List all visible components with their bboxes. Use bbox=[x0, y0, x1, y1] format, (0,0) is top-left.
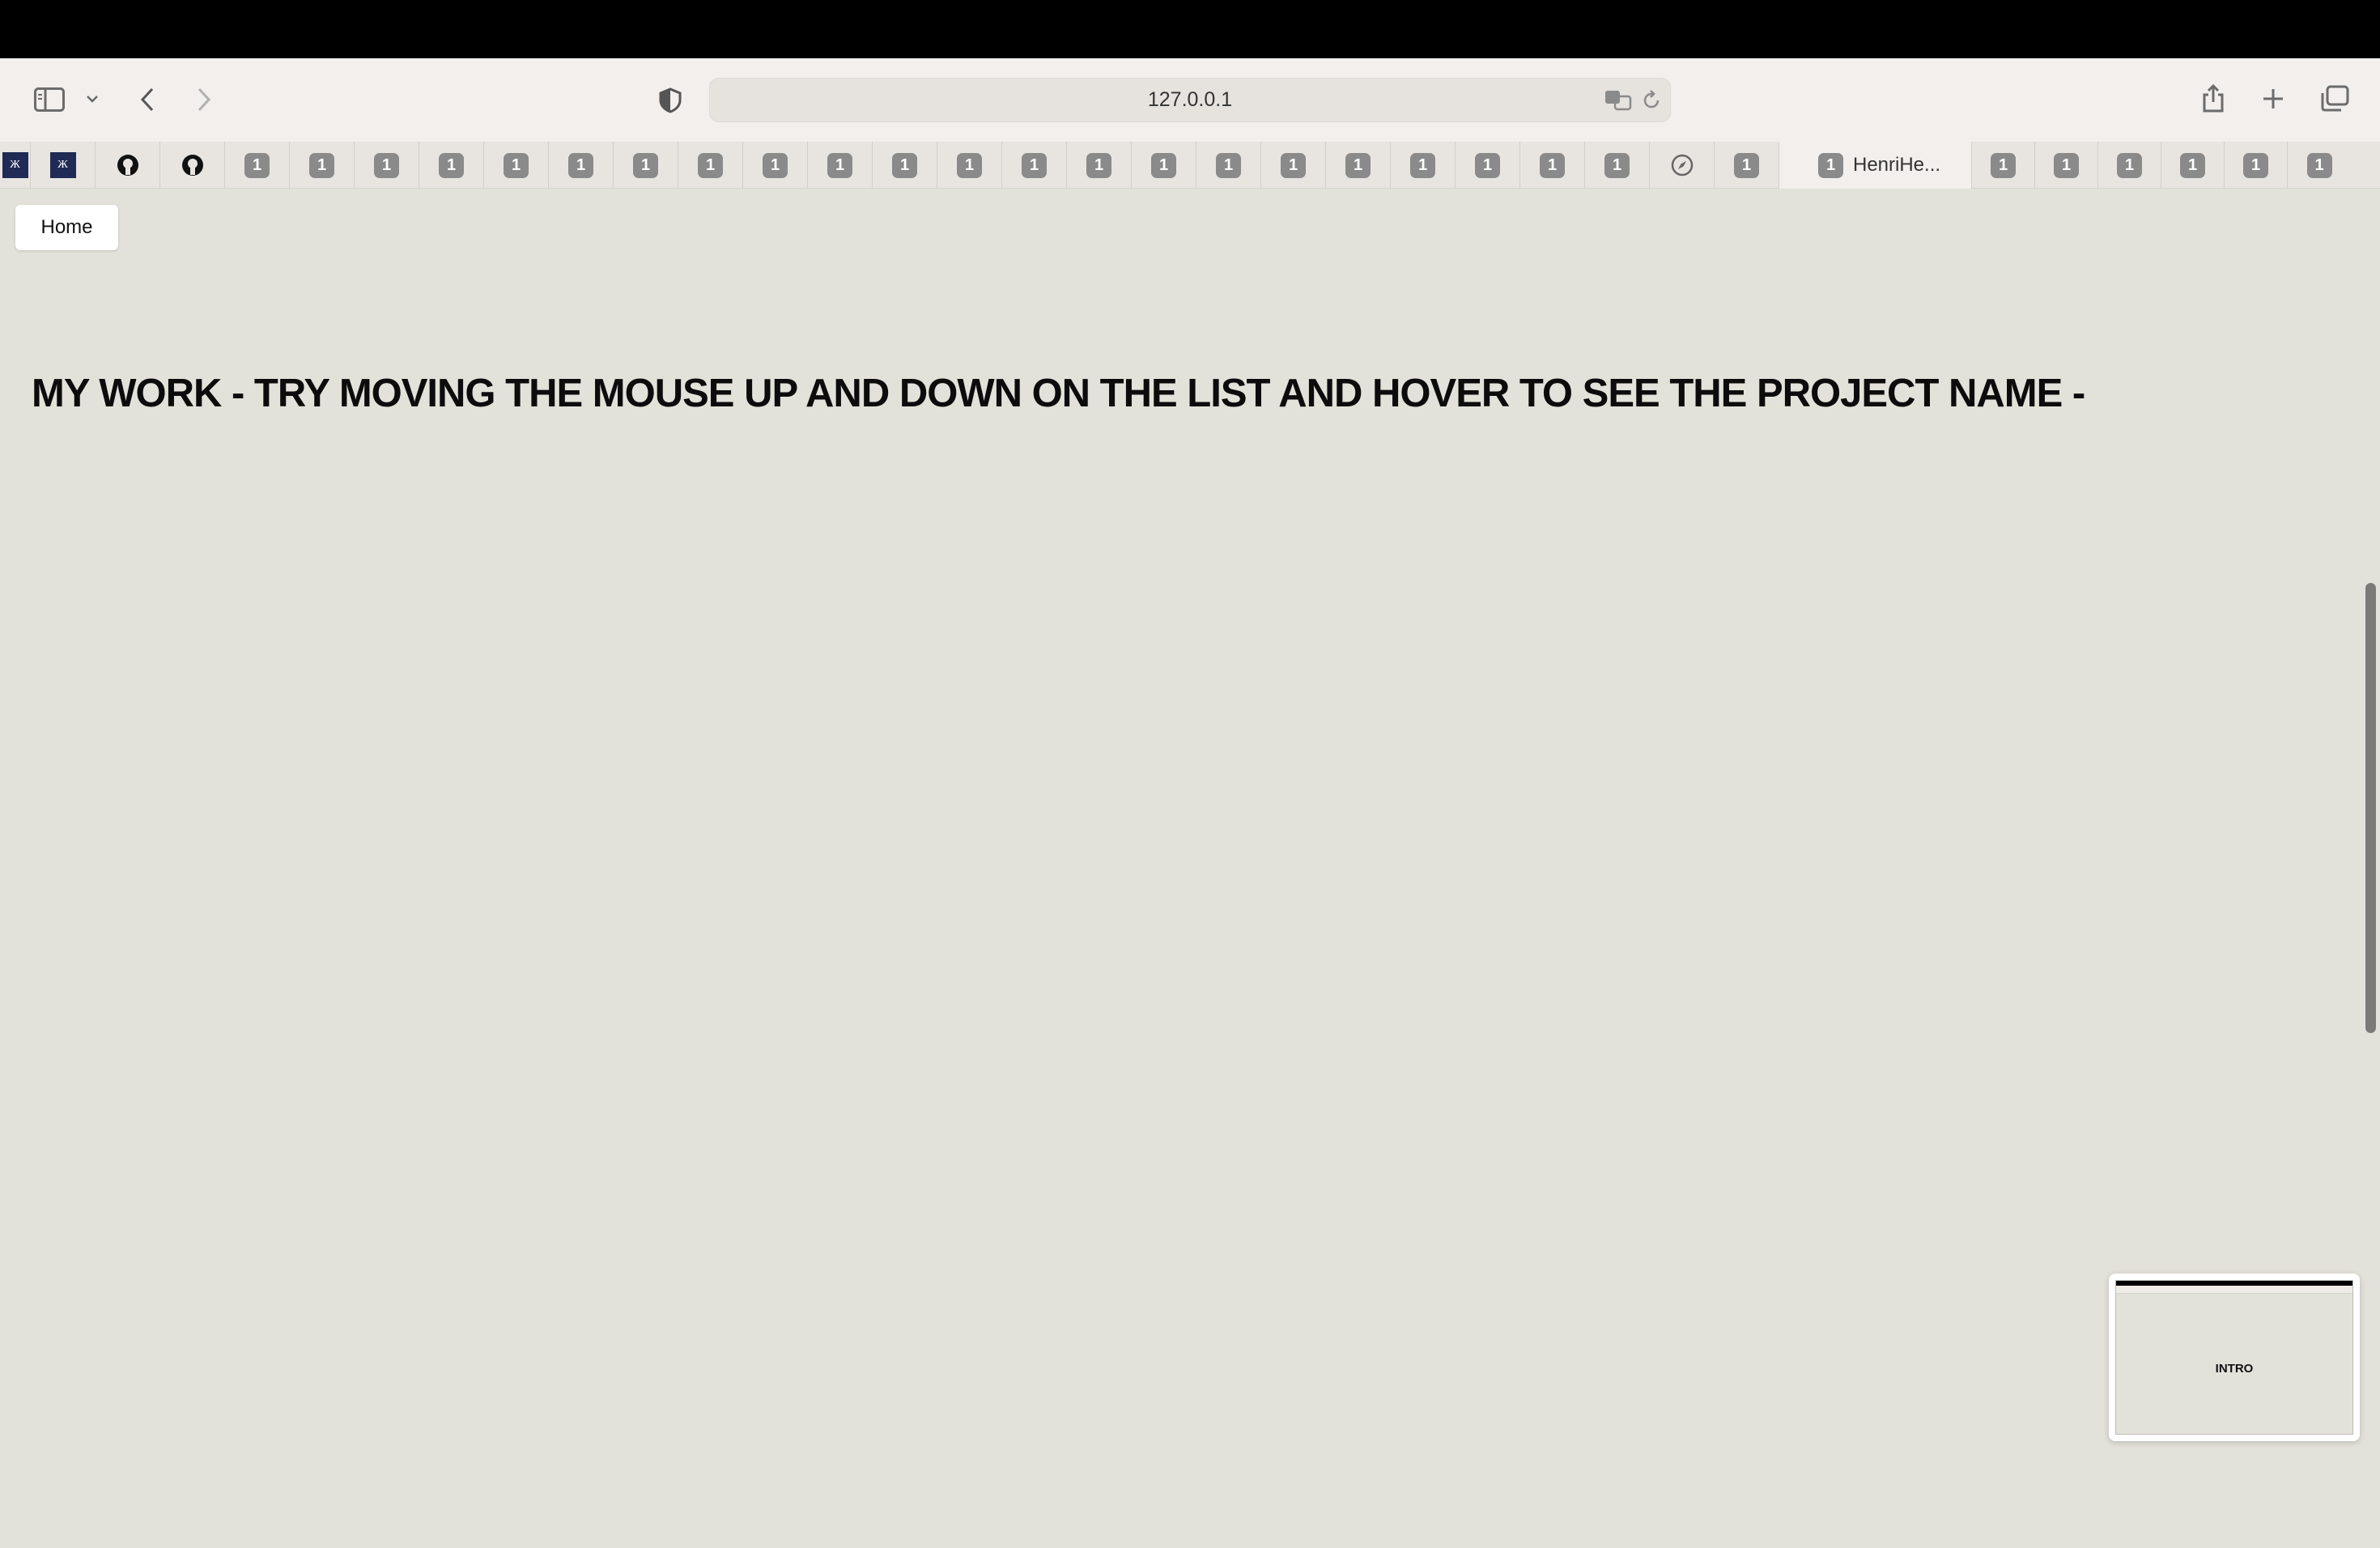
tab-favicon-badge: 1 bbox=[1022, 152, 1047, 178]
preview-screen: INTRO bbox=[2115, 1280, 2353, 1435]
page-headline: MY WORK - TRY MOVING THE MOUSE UP AND DO… bbox=[32, 372, 2085, 415]
tab-favicon-badge: 1 bbox=[1475, 152, 1500, 178]
tab[interactable]: 1 bbox=[1002, 142, 1067, 189]
tab-favicon-badge: 1 bbox=[1151, 152, 1176, 178]
tab[interactable]: 1 bbox=[614, 142, 678, 189]
tab-favicon-badge: 1 bbox=[1604, 152, 1630, 178]
tab-favicon-badge: 1 bbox=[1281, 152, 1306, 178]
site-logo-icon: Ж bbox=[2, 152, 28, 178]
tab-strip: Ж Ж 1 1 1 1 1 1 1 1 1 1 1 1 1 1 1 1 1 1 … bbox=[0, 142, 2380, 189]
tab[interactable]: 1 bbox=[1520, 142, 1585, 189]
browser-toolbar: 127.0.0.1 bbox=[0, 58, 2380, 142]
forward-icon[interactable] bbox=[189, 81, 219, 118]
tab[interactable]: 1 bbox=[808, 142, 873, 189]
tab[interactable]: 1 bbox=[2225, 142, 2288, 189]
tab[interactable]: 1 bbox=[873, 142, 937, 189]
share-icon[interactable] bbox=[2197, 79, 2229, 117]
tab-favicon-badge: 1 bbox=[827, 152, 852, 178]
tab-favicon-badge: 1 bbox=[439, 152, 464, 178]
tab-favicon-badge: 1 bbox=[1216, 152, 1241, 178]
tab[interactable]: 1 bbox=[1261, 142, 1326, 189]
tab-favicon-badge: 1 bbox=[374, 152, 399, 178]
sidebar-toggle-icon[interactable] bbox=[31, 81, 68, 118]
privacy-shield-icon[interactable] bbox=[654, 84, 686, 117]
tab[interactable]: 1 bbox=[1326, 142, 1391, 189]
tab-favicon-badge: 1 bbox=[1734, 152, 1759, 178]
tab-favicon-badge: 1 bbox=[504, 152, 529, 178]
tab-favicon-badge: 1 bbox=[2243, 152, 2268, 178]
translate-icon[interactable] bbox=[1602, 87, 1634, 114]
tab[interactable]: 1 bbox=[355, 142, 419, 189]
site-logo-icon: Ж bbox=[49, 152, 76, 178]
tab-favicon-badge: 1 bbox=[1540, 152, 1565, 178]
tab-favicon-badge: 1 bbox=[633, 152, 658, 178]
tab[interactable]: 1 bbox=[1196, 142, 1261, 189]
tab[interactable]: 1 bbox=[484, 142, 549, 189]
tab[interactable]: 1 bbox=[1715, 142, 1779, 189]
tab-favicon-badge: 1 bbox=[1818, 152, 1843, 178]
tab[interactable]: 1 bbox=[937, 142, 1002, 189]
tab[interactable]: 1 bbox=[419, 142, 484, 189]
tab-favicon-badge: 1 bbox=[2054, 152, 2079, 178]
tab[interactable]: 1 bbox=[1585, 142, 1650, 189]
github-icon bbox=[117, 155, 138, 176]
tab[interactable] bbox=[1650, 142, 1715, 189]
tab-favicon-badge: 1 bbox=[763, 152, 788, 178]
tab-favicon-badge: 1 bbox=[698, 152, 723, 178]
scrollbar-thumb[interactable] bbox=[2365, 583, 2376, 1033]
tab-favicon-badge: 1 bbox=[2306, 152, 2332, 178]
tab[interactable]: 1 bbox=[549, 142, 614, 189]
tab-favicon-badge: 1 bbox=[1410, 152, 1435, 178]
address-bar[interactable]: 127.0.0.1 bbox=[709, 78, 1671, 122]
tab[interactable]: 1 bbox=[2035, 142, 2098, 189]
tab-active[interactable]: 1 HenriHe... bbox=[1779, 142, 1972, 189]
tab[interactable]: Ж bbox=[0, 142, 31, 189]
tab-favicon-badge: 1 bbox=[2117, 152, 2142, 178]
tab[interactable]: 1 bbox=[1067, 142, 1132, 189]
tab-title: HenriHe... bbox=[1853, 154, 1941, 176]
tab[interactable]: 1 bbox=[2288, 142, 2351, 189]
tab-favicon-badge: 1 bbox=[1345, 152, 1371, 178]
tab[interactable] bbox=[96, 142, 160, 189]
tab[interactable]: 1 bbox=[743, 142, 808, 189]
page-preview-thumbnail[interactable]: INTRO bbox=[2109, 1274, 2360, 1441]
home-button[interactable]: Home bbox=[15, 205, 118, 250]
tab-favicon-badge: 1 bbox=[1991, 152, 2016, 178]
chevron-down-icon[interactable] bbox=[81, 87, 104, 110]
tab-favicon-badge: 1 bbox=[244, 152, 270, 178]
back-icon[interactable] bbox=[133, 81, 162, 118]
tab-overview-icon[interactable] bbox=[2317, 81, 2352, 117]
preview-label: INTRO bbox=[2215, 1362, 2254, 1376]
tab-favicon-badge: 1 bbox=[1086, 152, 1111, 178]
tab[interactable]: 1 bbox=[1972, 142, 2035, 189]
tab-favicon-badge: 1 bbox=[957, 152, 982, 178]
tab[interactable]: 1 bbox=[1391, 142, 1456, 189]
tab[interactable]: Ж bbox=[31, 142, 96, 189]
compass-icon bbox=[1671, 154, 1693, 176]
tab[interactable] bbox=[160, 142, 225, 189]
tab-favicon-badge: 1 bbox=[892, 152, 917, 178]
tab[interactable]: 1 bbox=[678, 142, 743, 189]
github-icon bbox=[181, 155, 203, 176]
tab-favicon-badge: 1 bbox=[2180, 152, 2205, 178]
tab-favicon-badge: 1 bbox=[309, 152, 334, 178]
tab[interactable]: 1 bbox=[225, 142, 290, 189]
address-text: 127.0.0.1 bbox=[1147, 88, 1233, 111]
tab[interactable]: 1 bbox=[2098, 142, 2161, 189]
preview-tabs bbox=[2116, 1286, 2352, 1294]
reload-icon[interactable] bbox=[1639, 88, 1664, 113]
tab-favicon-badge: 1 bbox=[568, 152, 593, 178]
tab[interactable]: 1 bbox=[290, 142, 355, 189]
tab[interactable]: 1 bbox=[2161, 142, 2225, 189]
system-menu-bar bbox=[0, 0, 2380, 58]
tab[interactable]: 1 bbox=[1132, 142, 1196, 189]
new-tab-icon[interactable] bbox=[2257, 83, 2289, 115]
tab[interactable]: 1 bbox=[1456, 142, 1520, 189]
